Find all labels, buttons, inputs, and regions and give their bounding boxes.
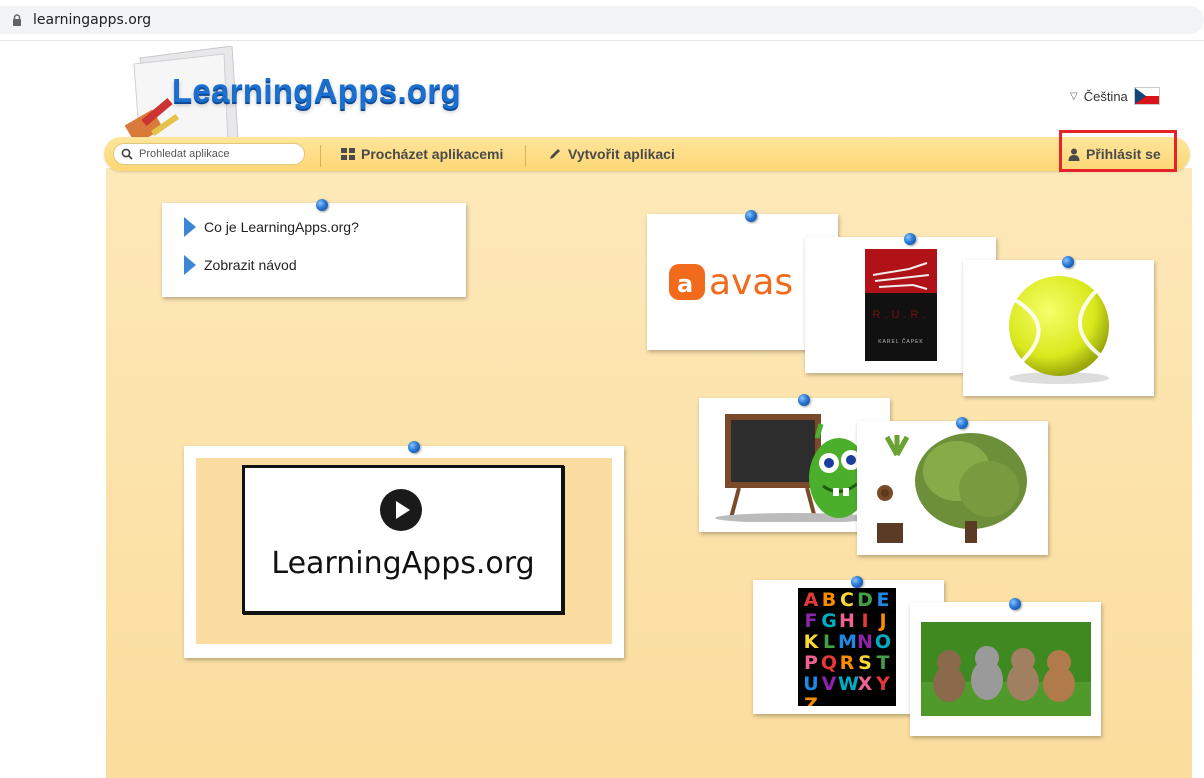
rur-title: R.U.R. <box>872 309 930 321</box>
alphabet-letter: V <box>821 673 837 695</box>
alphabet-letter: P <box>804 652 818 674</box>
alphabet-letter: Y <box>876 673 890 695</box>
pin-icon <box>1062 256 1074 268</box>
rur-author: KAREL ČAPEK <box>878 339 924 345</box>
alphabet-letter: E <box>876 589 890 611</box>
what-is-label: Co je LearningApps.org? <box>204 219 359 235</box>
rur-book-cover: R.U.R. KAREL ČAPEK <box>865 249 937 361</box>
search-icon <box>121 148 133 160</box>
language-label: Čeština <box>1083 88 1128 104</box>
triangle-down-icon: ▽ <box>1070 90 1078 102</box>
what-is-link[interactable]: Co je LearningApps.org? <box>184 217 359 237</box>
alphabet-letter: U <box>803 673 819 695</box>
intro-card: Co je LearningApps.org? Zobrazit návod <box>162 203 466 297</box>
pin-icon <box>956 417 968 429</box>
alphabet-letter: F <box>804 610 818 632</box>
video-thumbnail: LearningApps.org <box>196 458 612 644</box>
alphabet-letter: L <box>822 631 836 653</box>
chestnut-tree-image <box>867 431 1039 545</box>
app-tile-kittens[interactable] <box>910 602 1101 736</box>
pin-icon <box>408 441 420 453</box>
alphabet-letter: G <box>821 610 837 632</box>
show-tutorial-label: Zobrazit návod <box>204 257 297 273</box>
alphabet-letter: O <box>874 631 892 653</box>
play-arrow-icon <box>184 255 196 275</box>
alphabet-image: ABCDE FGHIJ KLMNO PQRST UVWXY Z <box>798 588 896 706</box>
pin-icon <box>904 233 916 245</box>
nav-divider <box>320 145 321 167</box>
kittens-image <box>921 622 1091 716</box>
alphabet-letter: M <box>838 631 857 653</box>
alphabet-letter: K <box>803 631 819 653</box>
pin-icon <box>316 199 328 211</box>
alphabet-letter: R <box>839 652 855 674</box>
browser-address-bar: learningapps.org <box>0 0 1204 41</box>
video-frame: LearningApps.org <box>242 465 564 614</box>
tennis-ball-image <box>1009 276 1109 384</box>
app-tile-tree[interactable] <box>857 421 1048 555</box>
alphabet-letter: B <box>821 589 837 611</box>
pin-icon <box>745 210 757 222</box>
alphabet-letter: W <box>838 673 859 695</box>
browse-apps-label: Procházet aplikacemi <box>361 146 504 162</box>
pencil-icon <box>550 149 560 159</box>
url-field[interactable]: learningapps.org <box>0 6 1204 34</box>
avast-text: avas <box>709 262 794 303</box>
alphabet-letter: N <box>857 631 873 653</box>
site-logo[interactable]: LearningApps.org <box>172 72 461 110</box>
alphabet-letter: T <box>876 652 890 674</box>
grid-icon <box>341 148 355 160</box>
alphabet-letter: X <box>857 673 873 695</box>
alphabet-letter: S <box>858 652 872 674</box>
pin-icon <box>851 576 863 588</box>
lock-icon <box>13 14 21 26</box>
alphabet-letter: Q <box>820 652 838 674</box>
play-button-icon <box>380 489 422 531</box>
browse-apps-link[interactable]: Procházet aplikacemi <box>341 146 503 162</box>
create-app-label: Vytvořit aplikaci <box>568 146 675 162</box>
login-highlight-box <box>1059 130 1177 172</box>
czech-flag-icon <box>1133 87 1160 105</box>
alphabet-letter: A <box>803 589 819 611</box>
alphabet-letter: C <box>840 589 854 611</box>
play-arrow-icon <box>184 217 196 237</box>
chalkboard-monster-image <box>709 408 881 522</box>
pin-icon <box>798 394 810 406</box>
video-caption: LearningApps.org <box>271 546 535 581</box>
alphabet-letter: H <box>839 610 855 632</box>
avast-icon: a <box>669 264 705 300</box>
nav-divider <box>525 145 526 167</box>
search-input[interactable] <box>137 147 301 161</box>
url-text: learningapps.org <box>33 12 152 28</box>
alphabet-letter: J <box>879 610 887 632</box>
pin-icon <box>1009 598 1021 610</box>
intro-video-card[interactable]: LearningApps.org <box>184 446 624 658</box>
alphabet-letter: D <box>857 589 873 611</box>
avast-logo: a avas <box>657 246 827 318</box>
alphabet-letter: I <box>861 610 869 632</box>
language-selector[interactable]: ▽ Čeština <box>1070 87 1160 105</box>
create-app-link[interactable]: Vytvořit aplikaci <box>548 146 675 162</box>
search-box[interactable] <box>113 143 305 165</box>
app-tile-tennis-ball[interactable] <box>963 260 1154 396</box>
show-tutorial-link[interactable]: Zobrazit návod <box>184 255 297 275</box>
alphabet-letter: Z <box>804 694 818 707</box>
skeleton-hand-icon <box>872 262 930 290</box>
